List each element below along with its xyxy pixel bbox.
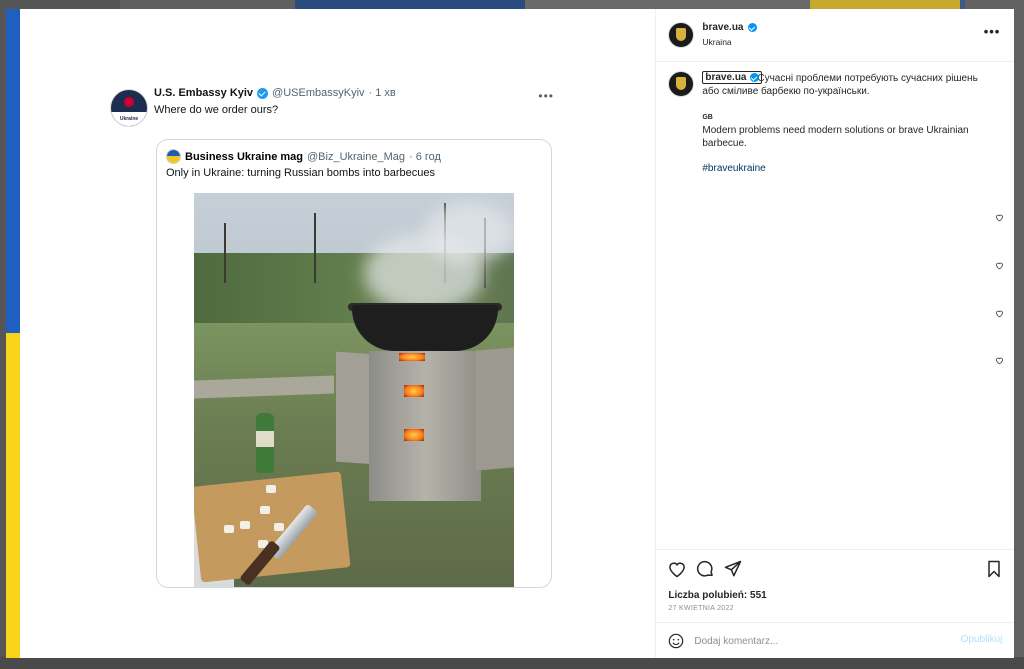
flag-stripe-yellow	[6, 333, 20, 658]
quoted-tweet-text: Only in Ukraine: turning Russian bombs i…	[166, 167, 436, 179]
comment-like-heart-icon[interactable]	[995, 356, 1004, 365]
post-media[interactable]: Ukraine U.S. Embassy Kyiv @USEmbassyKyiv…	[6, 9, 657, 658]
photo-stove	[369, 351, 481, 501]
more-options-icon[interactable]: •••	[984, 24, 1001, 39]
quoted-author-handle: @Biz_Ukraine_Mag	[307, 150, 405, 163]
tweet-avatar: Ukraine	[110, 89, 148, 127]
bookmark-icon[interactable]	[984, 559, 1004, 579]
comment-input[interactable]	[694, 633, 935, 649]
quoted-tweet-header: Business Ukraine mag @Biz_Ukraine_Mag · …	[166, 149, 441, 164]
caption-avatar[interactable]	[668, 71, 695, 97]
tweet-author-handle: @USEmbassyKyiv	[272, 87, 365, 99]
caption-username-text[interactable]: brave.ua	[705, 72, 746, 83]
emoji-icon[interactable]	[668, 633, 684, 649]
photo-windshield	[476, 347, 514, 471]
photo-fire	[399, 353, 425, 361]
caption-username[interactable]: brave.ua	[702, 71, 762, 84]
comment-icon[interactable]	[695, 559, 715, 579]
background-tile-row	[0, 657, 1024, 669]
photo-smoke	[424, 203, 514, 263]
photo-wok	[352, 305, 498, 351]
post-modal: Ukraine U.S. Embassy Kyiv @USEmbassyKyiv…	[6, 9, 1014, 658]
tweet-text: Where do we order ours?	[154, 104, 279, 116]
quoted-avatar	[166, 149, 181, 164]
photo-fire	[404, 429, 424, 441]
photo-tree	[224, 223, 226, 283]
photo-lard	[266, 485, 276, 493]
heart-icon[interactable]	[667, 559, 687, 579]
post-username-text[interactable]: brave.ua	[702, 22, 743, 33]
photo-bottle-label	[256, 431, 274, 447]
comment-like-heart-icon[interactable]	[995, 213, 1004, 222]
post-info-panel: brave.ua Ukraina ••• Сучасні проблеми по…	[656, 9, 1014, 658]
trident-icon	[676, 28, 687, 41]
flag-stripe-blue	[6, 9, 20, 333]
post-location[interactable]: Ukraina	[702, 37, 731, 47]
post-date[interactable]: 27 KWIETNIA 2022	[668, 605, 734, 612]
quoted-tweet: Business Ukraine mag @Biz_Ukraine_Mag · …	[156, 139, 552, 588]
publish-button[interactable]: Opublikuj	[961, 634, 1003, 645]
tweet-time: · 1 хв	[368, 87, 396, 99]
post-header: brave.ua Ukraina •••	[656, 9, 1014, 62]
tweet-avatar-label: Ukraine	[111, 112, 147, 126]
photo-lard	[224, 525, 234, 533]
photo-fire	[404, 385, 424, 397]
verified-badge-icon	[749, 73, 759, 82]
photo-lard	[240, 521, 250, 529]
post-actions: Liczba polubień: 551 27 KWIETNIA 2022 Op…	[656, 549, 1014, 658]
verified-badge-icon	[257, 87, 269, 99]
verified-badge-icon	[747, 23, 757, 32]
barbecue-photo	[194, 193, 514, 587]
tweet-header: U.S. Embassy Kyiv @USEmbassyKyiv · 1 хв	[154, 87, 554, 99]
photo-lard	[274, 523, 284, 531]
comment-bar: Opublikuj	[656, 622, 1014, 658]
quoted-author-name: Business Ukraine mag	[185, 150, 303, 163]
photo-lard	[260, 506, 270, 514]
post-username[interactable]: brave.ua	[702, 22, 757, 33]
caption-text-en: Modern problems need modern solutions or…	[702, 125, 969, 149]
embassy-seal-icon	[124, 97, 134, 107]
tweet-more-icon: •••	[538, 89, 554, 103]
comment-like-heart-icon[interactable]	[995, 261, 1004, 270]
comment-like-heart-icon[interactable]	[995, 309, 1004, 318]
tweet-author-name: U.S. Embassy Kyiv	[154, 87, 254, 99]
trident-icon	[676, 77, 687, 90]
hashtag-link[interactable]: #braveukraine	[702, 163, 765, 174]
caption-gb-label: GB	[702, 114, 713, 121]
profile-avatar[interactable]	[668, 22, 695, 48]
photo-tree	[314, 213, 316, 283]
quoted-time: · 6 год	[409, 150, 441, 163]
likes-count[interactable]: Liczba polubień: 551	[668, 590, 766, 601]
share-icon[interactable]	[723, 559, 743, 579]
